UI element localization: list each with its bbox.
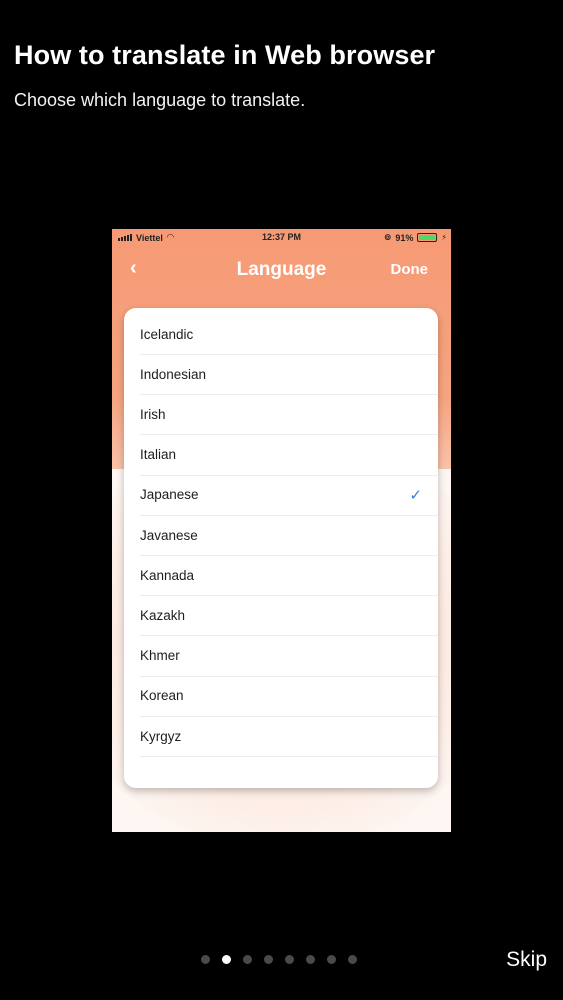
done-button[interactable]: Done (391, 261, 429, 278)
page-dot[interactable] (201, 955, 210, 964)
page-dot[interactable] (285, 955, 294, 964)
language-row[interactable]: Italian (140, 435, 438, 476)
language-label: Kazakh (140, 607, 186, 623)
language-list: Icelandic Indonesian Irish Italian Japanese ✓… (124, 308, 438, 788)
language-row[interactable]: Icelandic (140, 314, 438, 355)
battery-percent: 91% (395, 232, 414, 243)
page-subtitle: Choose which language to translate. (14, 90, 306, 110)
language-label: Irish (140, 406, 166, 422)
language-label: Khmer (140, 648, 180, 664)
language-row[interactable]: Kannada (140, 555, 438, 597)
language-label: Icelandic (140, 326, 194, 342)
page-indicator (201, 955, 357, 964)
charging-icon: ⚡ (441, 233, 447, 242)
language-row[interactable]: Japanese ✓ (140, 475, 438, 516)
status-bar: Viettel ◠ 12:37 PM ⊚ 91% ⚡ (112, 229, 451, 245)
orientation-lock-icon: ⊚ (383, 232, 392, 242)
language-row[interactable]: Kazakh (140, 595, 438, 637)
language-label: Kyrgyz (140, 728, 182, 744)
language-label: Italian (140, 447, 177, 463)
page-dot[interactable] (264, 955, 273, 964)
page-dot[interactable] (243, 955, 252, 964)
language-label: Korean (140, 688, 184, 704)
language-label: Indonesian (140, 366, 207, 382)
page-dot[interactable] (222, 955, 231, 964)
language-row[interactable]: Korean (140, 676, 438, 717)
language-label: Javanese (140, 527, 198, 543)
language-label: Kannada (140, 567, 195, 583)
page-dot[interactable] (348, 955, 357, 964)
language-row[interactable]: Indonesian (140, 354, 438, 396)
skip-button[interactable]: Skip (506, 948, 547, 972)
page-dot[interactable] (306, 955, 315, 964)
page-dot[interactable] (327, 955, 336, 964)
language-row[interactable]: Kyrgyz (140, 716, 438, 757)
phone-screenshot: Viettel ◠ 12:37 PM ⊚ 91% ⚡ ‹ Language Do… (112, 229, 451, 832)
checkmark-icon: ✓ (409, 486, 422, 504)
language-row[interactable]: Javanese (140, 515, 438, 556)
navbar: ‹ Language Done (112, 255, 451, 285)
battery-icon (417, 233, 438, 242)
battery-group: ⊚ 91% ⚡ (384, 232, 447, 243)
language-row[interactable]: Khmer (140, 636, 438, 677)
language-row[interactable]: Irish (140, 394, 438, 436)
language-label: Japanese (140, 487, 199, 503)
page-title: How to translate in Web browser (14, 40, 436, 70)
